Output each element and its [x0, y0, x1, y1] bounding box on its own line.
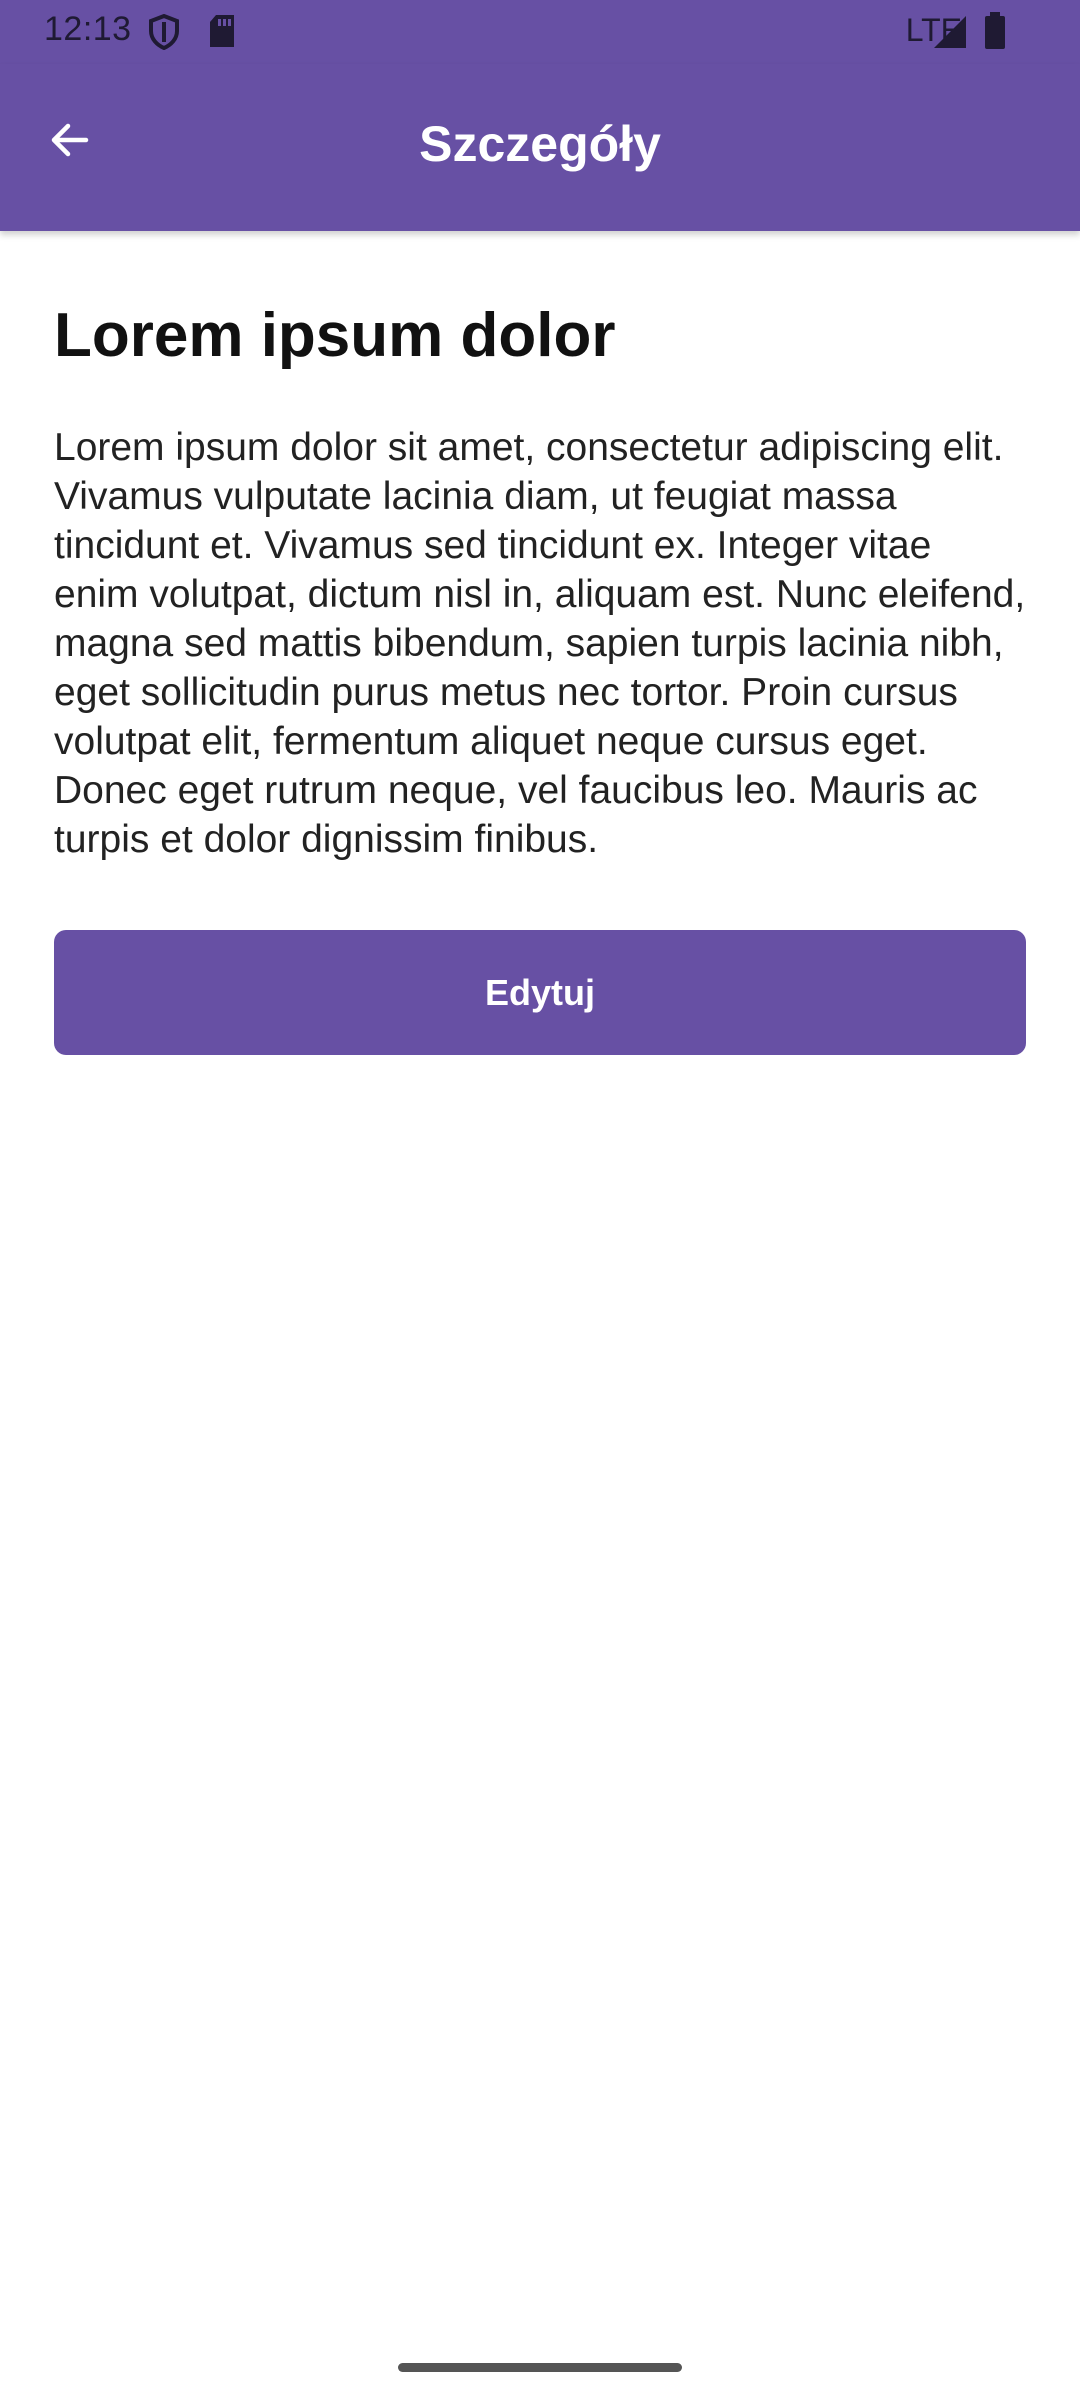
app-bar-title: Szczegóły	[419, 116, 661, 172]
details-body-text: Lorem ipsum dolor sit amet, consectetur …	[54, 426, 1026, 862]
app-bar: Szczegóły	[0, 64, 1080, 231]
home-indicator[interactable]	[398, 2363, 682, 2372]
screen: 12:13 LTE Szczegóły Lorem ipsum dolor Lo…	[0, 0, 1080, 2400]
shield-icon	[148, 13, 180, 55]
signal-icon	[932, 14, 968, 55]
details-content: Lorem ipsum dolor Lorem ipsum dolor sit …	[54, 231, 1026, 1056]
battery-icon	[984, 12, 1006, 55]
status-time: 12:13	[44, 10, 132, 48]
status-bar: 12:13 LTE	[0, 0, 1080, 64]
edit-button[interactable]: Edytuj	[54, 930, 1026, 1056]
sd-card-icon	[208, 14, 236, 53]
details-headline: Lorem ipsum dolor	[54, 301, 616, 370]
